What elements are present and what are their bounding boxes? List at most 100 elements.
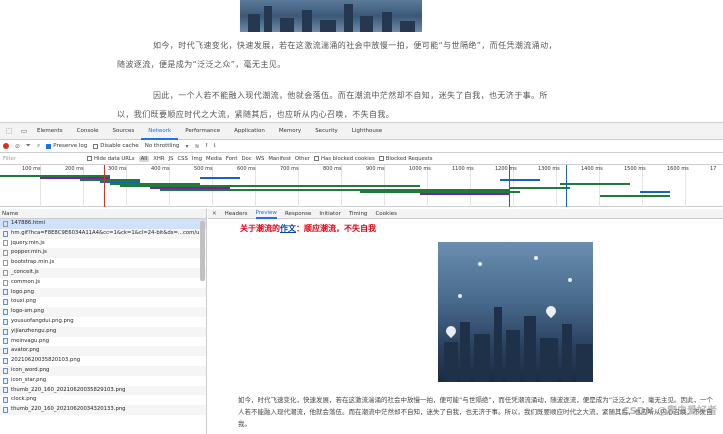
timeline-tick-label: 300 ms	[108, 166, 127, 172]
request-row[interactable]: jquery.min.js	[0, 239, 206, 249]
request-row[interactable]: meinvagu.png	[0, 337, 206, 347]
zuowen-link[interactable]: 作文	[280, 224, 296, 233]
request-name: 20210620035820103.png	[11, 357, 81, 364]
request-row[interactable]: 20210620035820103.png	[0, 356, 206, 366]
timeline-request-bar	[560, 183, 630, 185]
tab-timing[interactable]: Timing	[349, 211, 368, 217]
tab-memory[interactable]: Memory	[272, 123, 308, 140]
filter-type-js[interactable]: JS	[169, 156, 174, 162]
timeline-tick-label: 400 ms	[151, 166, 170, 172]
tab-initiator[interactable]: Initiator	[319, 211, 340, 217]
clear-icon[interactable]: ⊘	[15, 143, 20, 150]
watermark: CSDN @爬虫爱好者	[622, 406, 717, 417]
request-row[interactable]: clock.png	[0, 395, 206, 405]
request-row[interactable]: 147886.html	[0, 219, 206, 229]
request-row[interactable]: popper.min.js	[0, 248, 206, 259]
timeline-tick-label: 1100 ms	[452, 166, 474, 172]
import-icon[interactable]: ⭱	[205, 141, 207, 151]
tab-elements[interactable]: Elements	[30, 123, 70, 140]
devtools-panel: ⬚ ▭ Elements Console Sources Network Per…	[0, 122, 723, 434]
request-row[interactable]: icon_word.png	[0, 365, 206, 376]
request-name: popper.min.js	[11, 249, 47, 256]
timeline-event-marker	[104, 165, 105, 207]
export-icon[interactable]: ⭳	[214, 141, 216, 151]
tab-cookies[interactable]: Cookies	[375, 211, 397, 217]
disable-cache-checkbox[interactable]: Disable cache	[93, 143, 139, 149]
filter-type-css[interactable]: CSS	[177, 156, 187, 162]
request-row[interactable]: yousuofangdui.png.png	[0, 317, 206, 327]
filter-icon[interactable]: ⏷	[26, 142, 31, 150]
tab-headers[interactable]: Headers	[225, 211, 248, 217]
filter-type-font[interactable]: Font	[226, 156, 238, 162]
has-blocked-cookies-checkbox[interactable]: Has blocked cookies	[313, 156, 375, 162]
blocked-requests-checkbox[interactable]: Blocked Requests	[378, 156, 432, 162]
throttling-select[interactable]: No throttling	[145, 143, 180, 149]
timeline-request-bar	[640, 191, 670, 193]
preview-pane: 关于潮流的作文：顺应潮流，不失自我 如今，时代飞速变化，快速发展，若在这激流湍涌…	[208, 220, 723, 434]
tab-security[interactable]: Security	[308, 123, 345, 140]
image-file-icon	[3, 328, 8, 335]
filter-type-img[interactable]: Img	[192, 156, 202, 162]
filter-type-media[interactable]: Media	[206, 156, 222, 162]
filter-type-other[interactable]: Other	[295, 156, 310, 162]
record-icon[interactable]	[3, 143, 9, 149]
image-file-icon	[3, 387, 8, 394]
request-row[interactable]: bootstrap.min.js	[0, 258, 206, 268]
request-row[interactable]: yijianzhengu.png	[0, 326, 206, 337]
tab-application[interactable]: Application	[227, 123, 272, 140]
request-name: avator.png	[11, 347, 40, 354]
article-paragraph: 因此，一个人若不能融入现代潮流，他就会落伍。而在潮流中茫然却不自知，迷失了自我，…	[117, 91, 548, 119]
search-icon[interactable]: ⌕	[37, 142, 40, 150]
request-row[interactable]: icon_star.png	[0, 376, 206, 386]
tab-network[interactable]: Network	[141, 123, 179, 140]
devtools-tabbar: ⬚ ▭ Elements Console Sources Network Per…	[0, 123, 723, 140]
device-toolbar-icon[interactable]: ▭	[18, 125, 30, 137]
tab-sources[interactable]: Sources	[105, 123, 141, 140]
request-name: jquery.min.js	[11, 239, 45, 246]
filter-type-doc[interactable]: Doc	[241, 156, 251, 162]
request-name: thumb_220_160_20210620034320133.png	[11, 406, 126, 413]
inspect-element-icon[interactable]: ⬚	[3, 125, 15, 137]
wifi-icon[interactable]: ≋	[194, 143, 199, 150]
request-name: clock.png	[11, 396, 37, 403]
scrollbar[interactable]	[200, 221, 205, 281]
network-overview-timeline[interactable]: 100 ms 200 ms 300 ms 400 ms 500 ms 600 ms 700 …	[0, 165, 723, 207]
tab-console[interactable]: Console	[70, 123, 106, 140]
request-row[interactable]: _conceit.js	[0, 267, 206, 278]
request-row[interactable]: avator.png	[0, 346, 206, 357]
tab-lighthouse[interactable]: Lighthouse	[345, 123, 389, 140]
request-name: logo-sm.png	[11, 308, 45, 315]
request-row[interactable]: common.js	[0, 278, 206, 288]
request-row[interactable]: logo.png	[0, 287, 206, 298]
timeline-tick-label: 1200 ms	[495, 166, 517, 172]
timeline-request-bar	[420, 193, 510, 195]
tab-preview[interactable]: Preview	[255, 209, 277, 219]
timeline-tick-label: 900 ms	[366, 166, 385, 172]
hide-data-urls-checkbox[interactable]: Hide data URLs	[87, 156, 135, 162]
image-file-icon	[3, 358, 8, 365]
name-column-header[interactable]: Name	[0, 209, 206, 219]
screen: 如今，时代飞速变化，快速发展，若在这激流湍涌的社会中放慢一拍，便可能“与世隔绝”…	[0, 0, 723, 434]
request-name: icon_word.png	[11, 366, 50, 373]
tab-response[interactable]: Response	[285, 211, 311, 217]
request-name: yijianzhengu.png	[11, 327, 57, 334]
timeline-tick-label: 800 ms	[323, 166, 342, 172]
filter-type-ws[interactable]: WS	[256, 156, 265, 162]
filter-type-xhr[interactable]: XHR	[153, 156, 164, 162]
preserve-log-checkbox[interactable]: Preserve log	[46, 143, 87, 149]
request-row[interactable]: hm.gif?hca=F8E8C9E6034A11A4&cc=1&ck=1&cl…	[0, 228, 206, 239]
tab-performance[interactable]: Performance	[178, 123, 227, 140]
request-name: meinvagu.png	[11, 337, 50, 344]
request-row[interactable]: touxi.png	[0, 297, 206, 307]
filter-input[interactable]: Filter	[3, 156, 83, 162]
detail-tabbar: ✕ Headers Preview Response Initiator Tim…	[208, 209, 723, 219]
request-row[interactable]: thumb_220_160_20210620034320133.png	[0, 405, 206, 415]
image-file-icon	[3, 367, 8, 374]
filter-type-all[interactable]: All	[138, 155, 150, 162]
rendered-page: 如今，时代飞速变化，快速发展，若在这激流湍涌的社会中放慢一拍，便可能“与世隔绝”…	[0, 0, 723, 122]
document-file-icon	[3, 279, 8, 286]
filter-type-manifest[interactable]: Manifest	[268, 156, 291, 162]
request-row[interactable]: thumb_220_160_20210620035829103.png	[0, 385, 206, 396]
close-icon[interactable]: ✕	[212, 211, 217, 217]
request-row[interactable]: logo-sm.png	[0, 307, 206, 317]
